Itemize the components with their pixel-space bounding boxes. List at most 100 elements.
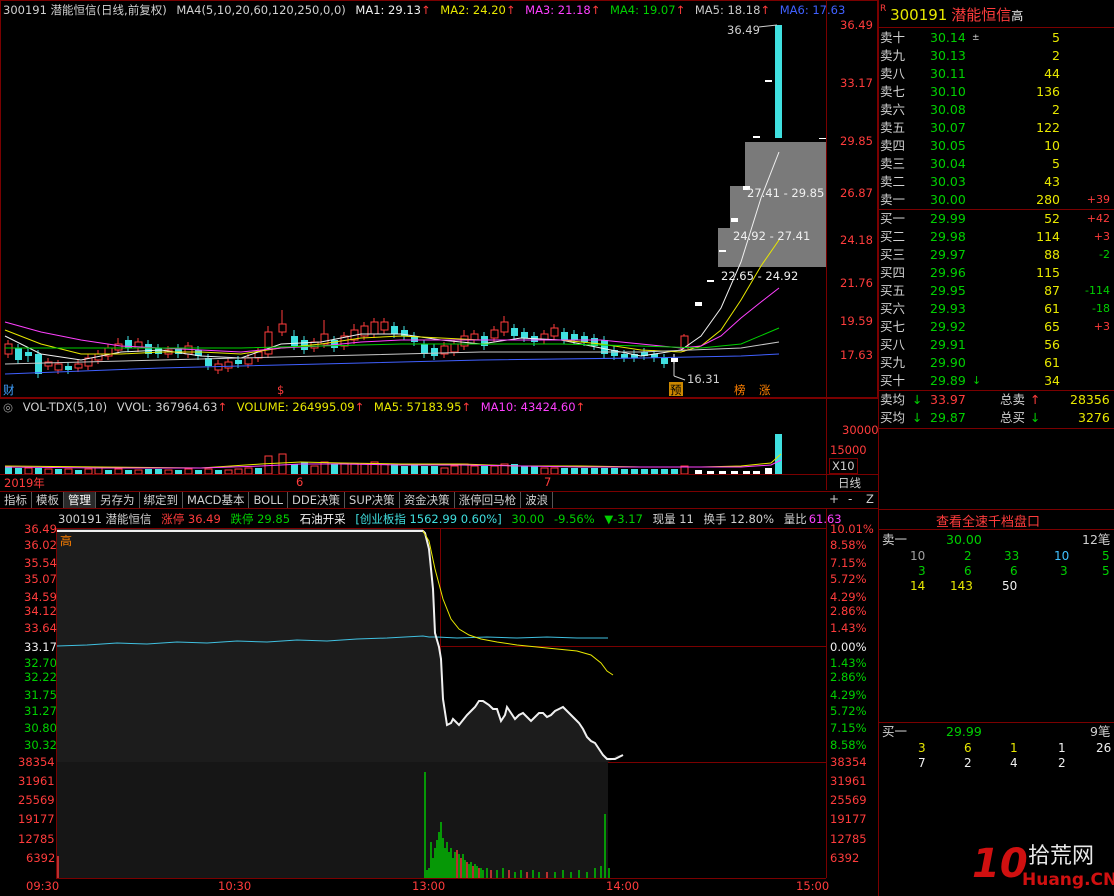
sell-level-row[interactable]: 卖四 30.05 10: [880, 137, 1114, 155]
depth-cell: 6: [1010, 564, 1018, 578]
candle-body: [550, 327, 559, 337]
intraday-price-axis-8: 33.17: [24, 640, 57, 654]
tab-zt-pullback[interactable]: 涨停回马枪: [455, 492, 522, 508]
zoom-z-button[interactable]: Z: [866, 492, 874, 506]
sell-level-row[interactable]: 卖七 30.10 136: [880, 83, 1114, 101]
sell-level-row[interactable]: 卖二 30.03 43: [880, 173, 1114, 191]
candle-body: [54, 363, 63, 371]
volume-chart[interactable]: [1, 416, 826, 474]
vol-axis-1: 30000: [842, 423, 879, 437]
tab-sup[interactable]: SUP决策: [345, 492, 400, 508]
depth-cell: 1: [1058, 741, 1066, 755]
sell-level-vol: 2: [1052, 48, 1060, 63]
sell-level-label: 卖六: [880, 102, 906, 117]
intraday-vol-axis-l2: 31961: [18, 774, 55, 788]
tab-fund[interactable]: 资金决策: [400, 492, 455, 508]
intraday-pct-axis-13: 7.15%: [830, 721, 867, 735]
buy-level-price: 29.99: [930, 211, 966, 226]
zoom-in-button[interactable]: +: [829, 492, 839, 506]
kline-axis-1: 36.49: [840, 18, 873, 32]
period-label[interactable]: 日线: [838, 475, 861, 491]
badge-cai[interactable]: 财: [3, 383, 15, 397]
tab-template[interactable]: 模板: [32, 492, 64, 508]
depth-title[interactable]: 查看全速千档盘口: [936, 511, 1040, 530]
date-axis-july: 7: [544, 475, 552, 489]
buy-level-vol: 115: [1036, 265, 1060, 280]
sell-level-price: 30.07: [930, 120, 966, 135]
sell-level-row[interactable]: 卖十 30.14 ±5: [880, 29, 1114, 47]
intraday-pct-axis-6: 2.86%: [830, 604, 867, 618]
intraday-sector[interactable]: 石油开采: [300, 512, 346, 526]
sell-level-row[interactable]: 卖一 30.00 280 +39: [880, 191, 1114, 209]
buy-level-row[interactable]: 买九 29.90 61: [880, 354, 1114, 372]
tab-save-as[interactable]: 另存为: [96, 492, 140, 508]
depth-cell: 26: [1096, 741, 1112, 755]
intraday-price-axis-4: 35.07: [24, 572, 57, 586]
badge-zhang[interactable]: 涨: [759, 383, 771, 397]
zone-label-3: 22.65 - 24.92: [721, 269, 798, 283]
tab-wave[interactable]: 波浪: [521, 492, 554, 508]
candle-body: [500, 321, 509, 333]
intraday-chart[interactable]: [57, 529, 826, 878]
intraday-price-axis-3: 35.54: [24, 556, 57, 570]
volume-bar: [431, 466, 438, 474]
sell-level-row[interactable]: 卖六 30.08 2: [880, 101, 1114, 119]
buy-level-row[interactable]: 买七 29.92 65 +3: [880, 318, 1114, 336]
tab-bind-to[interactable]: 绑定到: [140, 492, 183, 508]
buy-level-chg: +42: [1086, 212, 1110, 225]
vol-settings-icon[interactable]: ◎: [3, 400, 13, 414]
buy-level-row[interactable]: 买二 29.98 114 +3: [880, 228, 1114, 246]
sell-level-label: 卖八: [880, 66, 906, 81]
badge-yu[interactable]: 预: [670, 383, 682, 397]
kline-chart[interactable]: 36.49 16.31 27.41 - 29.85 24.92 - 27.41 …: [1, 18, 826, 398]
depth-cell: 2: [964, 756, 972, 770]
volume-bar: [264, 455, 273, 474]
buy-level-vol: 87: [1044, 283, 1060, 298]
buy-level-row[interactable]: 买六 29.93 61 -18: [880, 300, 1114, 318]
time-axis-1030: 10:30: [218, 879, 252, 893]
sell-level-label: 卖七: [880, 84, 906, 99]
badge-bang[interactable]: 榜: [734, 383, 746, 397]
sell-level-row[interactable]: 卖九 30.13 2: [880, 47, 1114, 65]
buy-level-vol: 114: [1036, 229, 1060, 244]
sell-level-row[interactable]: 卖八 30.11 44: [880, 65, 1114, 83]
intraday-pct-axis-3: 7.15%: [830, 556, 867, 570]
depth-cell: 3: [918, 741, 926, 755]
vol-header: ◎ VOL-TDX(5,10) VVOL: 367964.63↑ VOLUME:…: [3, 400, 586, 414]
candle-body: [731, 218, 738, 222]
tab-dde[interactable]: DDE决策: [288, 492, 346, 508]
candle-body: [155, 348, 162, 354]
tab-indicator[interactable]: 指标: [0, 492, 32, 508]
tab-manage[interactable]: 管理: [64, 492, 96, 508]
buy-level-row[interactable]: 买五 29.95 87 -114: [880, 282, 1114, 300]
buy-level-row[interactable]: 买十 29.89 34 ↓: [880, 372, 1114, 390]
sell-level-price: 30.08: [930, 102, 966, 117]
buy-level-chg: +3: [1093, 230, 1110, 243]
volume-bar: [278, 453, 287, 474]
kline-header: 300191 潜能恒信(日线,前复权) MA4(5,10,20,60,120,2…: [3, 3, 846, 17]
depth-cell: 2: [1058, 756, 1066, 770]
intraday-high-tag: 高: [60, 534, 73, 548]
sell-level-row[interactable]: 卖五 30.07 122: [880, 119, 1114, 137]
buy-level-chg: -18: [1092, 302, 1110, 315]
badge-dollar[interactable]: $: [277, 383, 284, 397]
candle-body: [671, 358, 678, 362]
buy-level-row[interactable]: 买八 29.91 56: [880, 336, 1114, 354]
tab-boll[interactable]: BOLL: [249, 492, 289, 508]
candle-body: [74, 363, 83, 369]
intraday-pct-axis-11: 4.29%: [830, 688, 867, 702]
zoom-out-button[interactable]: -: [848, 492, 852, 506]
avg-buy-row: 买均 ↓ 29.87 总买 ↓ 3276: [880, 410, 1110, 425]
buy-level-row[interactable]: 买一 29.99 52 +42: [880, 210, 1114, 228]
intraday-hs: 换手 12.80%: [703, 512, 775, 526]
tab-macd[interactable]: MACD基本: [183, 492, 250, 508]
intraday-index[interactable]: [创业板指 1562.99 0.60%]: [355, 512, 501, 526]
intraday-price-axis-13: 30.80: [24, 721, 57, 735]
sell-level-row[interactable]: 卖三 30.04 5: [880, 155, 1114, 173]
watermark-num: 10: [972, 841, 1028, 887]
depth-cell: 33: [1004, 549, 1020, 563]
buy-level-row[interactable]: 买四 29.96 115: [880, 264, 1114, 282]
sell-level-price: 30.11: [930, 66, 966, 81]
buy-level-row[interactable]: 买三 29.97 88 -2: [880, 246, 1114, 264]
quote-header: R 300191 潜能恒信高: [880, 4, 1023, 26]
